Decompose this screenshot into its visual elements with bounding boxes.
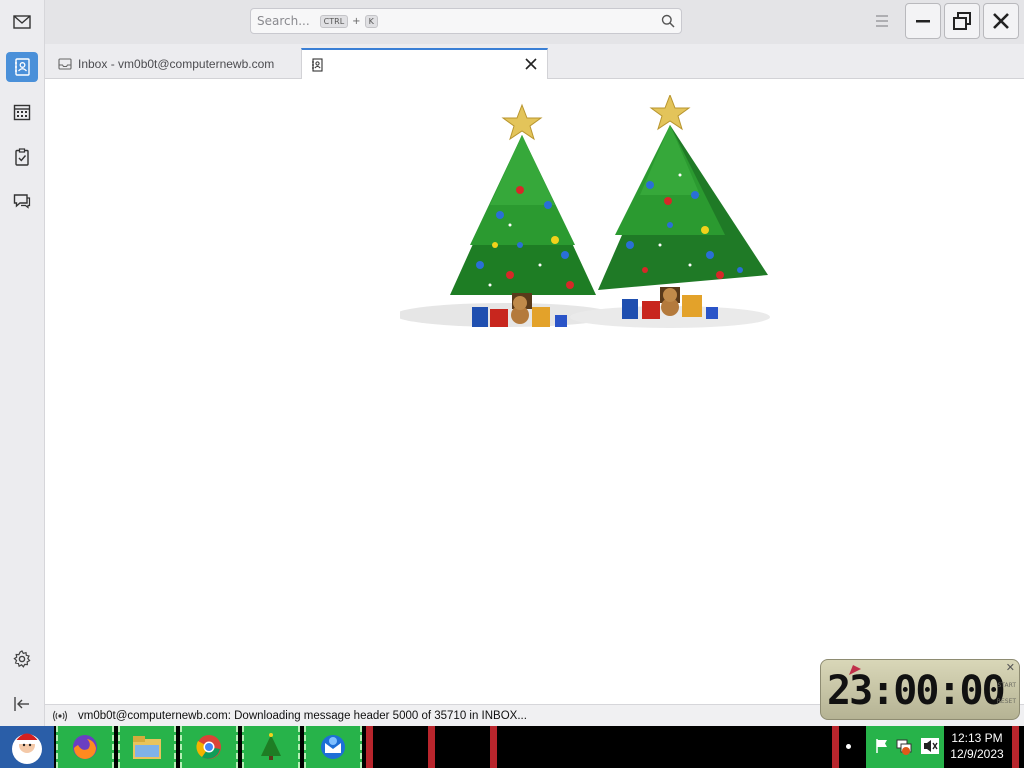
search-icon[interactable]	[661, 14, 675, 28]
calendar-icon	[13, 104, 31, 121]
address-book-icon	[15, 58, 30, 76]
mail-space-button[interactable]	[6, 7, 38, 37]
chat-space-button[interactable]	[6, 186, 38, 216]
taskbar-file-explorer[interactable]	[118, 726, 176, 768]
taskbar-christmas-tree[interactable]	[242, 726, 300, 768]
tasks-space-button[interactable]	[6, 142, 38, 172]
tab-address-book[interactable]	[301, 48, 548, 80]
tasks-icon	[15, 148, 29, 166]
clock-start-label[interactable]: START	[997, 678, 1016, 694]
status-text: vm0b0t@computernewb.com: Downloading mes…	[78, 709, 527, 722]
system-tray	[866, 726, 944, 768]
tray-date-text: 12/9/2023	[950, 747, 1004, 761]
show-desktop-button[interactable]	[1012, 726, 1019, 768]
close-tab-icon[interactable]	[523, 56, 539, 72]
taskbar-separator	[490, 726, 497, 768]
tray-time-text: 12:13 PM	[951, 731, 1003, 745]
restore-button[interactable]	[944, 3, 980, 39]
taskbar-thunderbird[interactable]	[304, 726, 362, 768]
taskbar-separator	[832, 726, 839, 768]
start-button[interactable]	[0, 726, 54, 768]
clock-display: 23:00:00	[827, 668, 1006, 714]
close-icon[interactable]: ✕	[1006, 661, 1015, 674]
christmas-trees-image	[400, 95, 770, 328]
clock-controls: START RESET	[997, 678, 1016, 710]
address-book-icon	[312, 58, 323, 72]
taskbar: 12:13 PM 12/9/2023	[0, 726, 1024, 768]
content-area	[45, 79, 1024, 703]
spaces-toolbar	[0, 0, 45, 726]
title-bar: Search... CTRL + K	[45, 0, 1024, 44]
chrome-icon	[196, 735, 221, 759]
shortcut-key-k: K	[364, 14, 378, 28]
shortcut-plus: +	[352, 15, 361, 27]
taskbar-firefox[interactable]	[56, 726, 114, 768]
santa-start-icon	[12, 733, 42, 764]
tab-inbox[interactable]: Inbox - vm0b0t@computernewb.com	[53, 48, 299, 79]
global-search-input[interactable]: Search... CTRL + K	[250, 8, 682, 34]
online-status-icon[interactable]	[52, 710, 68, 722]
collapse-toolbar-button[interactable]	[6, 689, 38, 719]
tab-bar: Inbox - vm0b0t@computernewb.com	[45, 44, 1024, 80]
close-window-button[interactable]	[983, 3, 1019, 39]
clock-reset-label[interactable]: RESET	[997, 694, 1016, 710]
taskbar-separator	[366, 726, 373, 768]
taskbar-separator	[428, 726, 435, 768]
network-icon[interactable]	[894, 736, 914, 756]
inbox-icon	[58, 57, 72, 70]
volume-muted-icon[interactable]	[920, 737, 940, 755]
close-icon	[993, 13, 1009, 29]
taskbar-chrome[interactable]	[180, 726, 238, 768]
shortcut-key-ctrl: CTRL	[319, 14, 349, 28]
gear-icon	[13, 650, 31, 668]
settings-button[interactable]	[6, 644, 38, 674]
tray-clock[interactable]: 12:13 PM 12/9/2023	[944, 730, 1010, 762]
minimize-button[interactable]	[905, 3, 941, 39]
address-book-space-button[interactable]	[6, 52, 38, 82]
search-placeholder: Search...	[257, 14, 310, 28]
thunderbird-icon	[321, 735, 345, 759]
minimize-icon	[916, 20, 930, 23]
chat-icon	[13, 194, 31, 209]
desktop-clock-gadget[interactable]: 23:00:00 ✕ START RESET	[820, 659, 1020, 720]
action-center-flag-icon[interactable]	[874, 738, 890, 754]
tray-dot	[846, 744, 851, 749]
firefox-icon	[73, 735, 97, 759]
mail-icon	[13, 15, 31, 29]
app-menu-icon[interactable]	[873, 12, 891, 30]
folder-icon	[133, 736, 161, 759]
tab-inbox-label: Inbox - vm0b0t@computernewb.com	[78, 56, 275, 71]
christmas-tree-icon	[261, 733, 281, 760]
restore-icon	[953, 12, 971, 30]
collapse-left-icon	[14, 697, 29, 711]
calendar-space-button[interactable]	[6, 97, 38, 127]
